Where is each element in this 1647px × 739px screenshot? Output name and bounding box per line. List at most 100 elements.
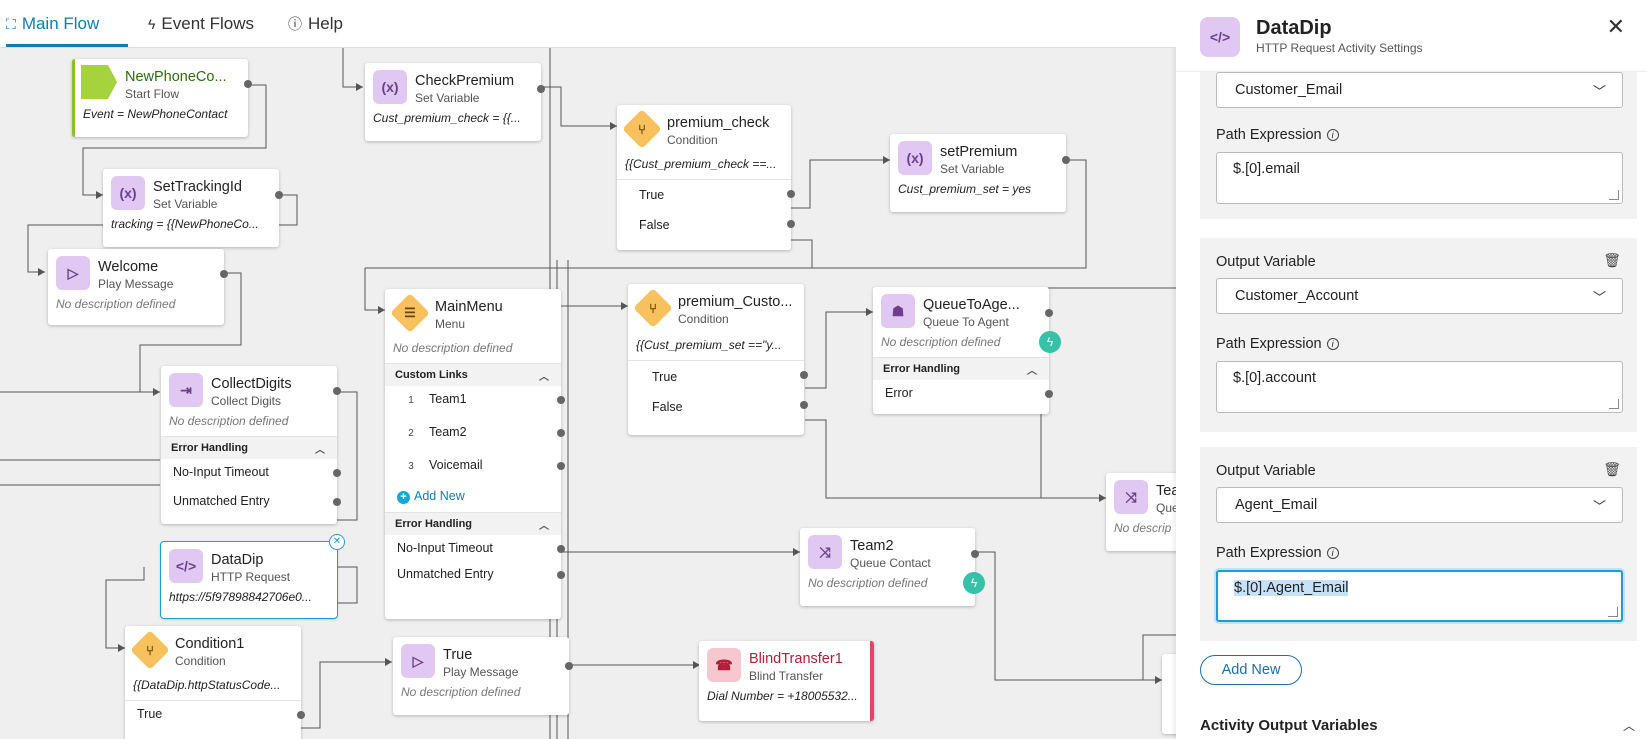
info-icon[interactable]: i bbox=[1326, 547, 1339, 559]
tab-event-flows[interactable]: ϟ Event Flows bbox=[148, 0, 254, 48]
output-port[interactable] bbox=[1045, 390, 1053, 398]
node-start-flow[interactable]: NewPhoneCo... Start Flow Event = NewPhon… bbox=[72, 59, 252, 137]
tab-main-flow[interactable]: ⛶ Main Flow bbox=[6, 0, 128, 48]
node-premium-custo[interactable]: ⑂ premium_Custo... Condition {{Cust_prem… bbox=[628, 284, 808, 435]
select-value: Customer_Email bbox=[1235, 82, 1343, 98]
chevron-up-icon[interactable]: ︿ bbox=[1623, 717, 1635, 734]
node-set-tracking-id[interactable]: (x) SetTrackingId Set Variable tracking … bbox=[103, 169, 283, 247]
node-team-partial[interactable]: ⤨ Tea Que No descrip bbox=[1106, 473, 1176, 551]
chevron-up-icon: ︿ bbox=[1027, 366, 1037, 377]
event-bolt-icon[interactable]: ϟ bbox=[1039, 331, 1061, 353]
output-port[interactable] bbox=[1045, 309, 1053, 317]
node-welcome[interactable]: ▷ Welcome Play Message No description de… bbox=[48, 249, 228, 325]
output-port[interactable] bbox=[1062, 156, 1070, 164]
output-port[interactable] bbox=[565, 662, 573, 670]
node-type: Queue To Agent bbox=[923, 315, 1009, 329]
output-port[interactable] bbox=[557, 429, 565, 437]
node-desc: No description defined bbox=[401, 685, 521, 699]
output-variable-select[interactable]: Agent_Email ﹀ bbox=[1216, 487, 1623, 523]
resize-handle[interactable] bbox=[1609, 399, 1619, 409]
output-port[interactable] bbox=[557, 396, 565, 404]
path-expression-input[interactable]: $.[0].email bbox=[1216, 152, 1623, 204]
node-set-premium[interactable]: (x) setPremium Set Variable Cust_premium… bbox=[890, 134, 1070, 212]
chevron-up-icon: ︿ bbox=[315, 445, 325, 456]
output-port[interactable] bbox=[557, 462, 565, 470]
output-port[interactable] bbox=[333, 387, 341, 395]
output-port[interactable] bbox=[244, 80, 252, 88]
node-team2[interactable]: ⤨ Team2 Queue Contact No description def… bbox=[800, 528, 985, 606]
path-expression-label: Path Expression i bbox=[1216, 545, 1339, 561]
node-blind-transfer[interactable]: ☎ BlindTransfer1 Blind Transfer Dial Num… bbox=[699, 641, 874, 721]
node-desc: No descrip bbox=[1114, 521, 1172, 535]
close-icon[interactable]: ✕ bbox=[1607, 14, 1625, 40]
node-collect-digits[interactable]: ⇥ CollectDigits Collect Digits No descri… bbox=[161, 366, 341, 524]
link-number: 3 bbox=[408, 461, 414, 472]
row-label: True bbox=[137, 707, 163, 721]
output-port[interactable] bbox=[557, 571, 565, 579]
error-handling-section[interactable]: Error Handling ︿ bbox=[385, 512, 561, 535]
panel-header: </> DataDip HTTP Request Activity Settin… bbox=[1176, 0, 1647, 72]
node-desc: No description defined bbox=[808, 576, 928, 590]
node-title: CollectDigits bbox=[211, 376, 292, 392]
resize-handle[interactable] bbox=[1608, 607, 1618, 617]
section-label: Error Handling bbox=[171, 442, 249, 454]
node-true-play-message[interactable]: ▷ True Play Message No description defin… bbox=[393, 637, 573, 715]
error-handling-section[interactable]: Error Handling ︿ bbox=[873, 357, 1049, 380]
tab-help[interactable]: ⓘ Help bbox=[288, 0, 343, 48]
node-queue-to-agent[interactable]: ☗ QueueToAge... Queue To Agent No descri… bbox=[873, 287, 1061, 414]
node-check-premium[interactable]: (x) CheckPremium Set Variable Cust_premi… bbox=[365, 63, 545, 141]
event-bolt-icon[interactable]: ϟ bbox=[963, 572, 985, 594]
node-type: Condition bbox=[175, 654, 226, 668]
node-partial[interactable] bbox=[1162, 654, 1176, 734]
variable-icon: (x) bbox=[111, 176, 145, 210]
tab-help-label: Help bbox=[308, 14, 343, 33]
info-icon[interactable]: i bbox=[1326, 338, 1339, 350]
variable-icon: (x) bbox=[373, 70, 407, 104]
trash-icon[interactable]: 🗑 bbox=[1603, 461, 1621, 478]
help-icon: ⓘ bbox=[288, 16, 302, 32]
output-port[interactable] bbox=[557, 545, 565, 553]
node-desc: tracking = {{NewPhoneCo... bbox=[111, 217, 259, 231]
custom-links-section[interactable]: Custom Links ︿ bbox=[385, 363, 561, 386]
output-port[interactable] bbox=[220, 270, 228, 278]
node-desc: No description defined bbox=[881, 335, 1001, 349]
output-port[interactable] bbox=[800, 401, 808, 409]
activity-output-variables-heading[interactable]: Activity Output Variables bbox=[1200, 717, 1378, 734]
remove-node-icon[interactable]: ✕ bbox=[329, 534, 345, 550]
add-new-button[interactable]: Add New bbox=[1200, 655, 1302, 685]
node-premium-check[interactable]: ⑂ premium_check Condition {{Cust_premium… bbox=[617, 105, 795, 250]
output-variable-label: Output Variable bbox=[1216, 463, 1316, 479]
output-port[interactable] bbox=[787, 190, 795, 198]
output-port[interactable] bbox=[333, 498, 341, 506]
info-icon[interactable]: i bbox=[1326, 129, 1339, 141]
panel-title: DataDip bbox=[1256, 17, 1332, 39]
output-port[interactable] bbox=[333, 469, 341, 477]
output-port[interactable] bbox=[787, 220, 795, 228]
queue-agent-icon: ☗ bbox=[881, 294, 915, 328]
path-expression-input[interactable]: $.[0].Agent_Email bbox=[1216, 570, 1623, 622]
row-unmatched-entry: Unmatched Entry bbox=[161, 488, 341, 517]
trash-icon[interactable]: 🗑 bbox=[1603, 252, 1621, 269]
node-datadip[interactable]: </> DataDip HTTP Request https://5f97898… bbox=[160, 534, 345, 619]
output-port[interactable] bbox=[275, 191, 283, 199]
output-variable-select[interactable]: Customer_Email ﹀ bbox=[1216, 72, 1623, 108]
row-true: True bbox=[628, 360, 808, 391]
path-expression-input[interactable]: $.[0].account bbox=[1216, 361, 1623, 413]
add-new-link-button[interactable]: + Add New bbox=[385, 485, 561, 512]
error-handling-section[interactable]: Error Handling ︿ bbox=[161, 436, 337, 459]
output-port[interactable] bbox=[537, 85, 545, 93]
node-condition1[interactable]: ⑂ Condition1 Condition {{DataDip.httpSta… bbox=[125, 626, 305, 739]
output-port[interactable] bbox=[971, 550, 979, 558]
flow-canvas[interactable]: NewPhoneCo... Start Flow Event = NewPhon… bbox=[0, 48, 1176, 739]
panel-body[interactable]: Customer_Email ﹀ Path Expression i $.[0].… bbox=[1176, 72, 1647, 739]
node-type: Play Message bbox=[443, 665, 519, 679]
add-new-label: Add New bbox=[414, 489, 465, 503]
resize-handle[interactable] bbox=[1609, 190, 1619, 200]
input-value: $.[0].account bbox=[1233, 370, 1317, 386]
output-port[interactable] bbox=[800, 371, 808, 379]
node-main-menu[interactable]: ☰ MainMenu Menu No description defined C… bbox=[385, 289, 565, 619]
output-variable-select[interactable]: Customer_Account ﹀ bbox=[1216, 278, 1623, 314]
label-text: Path Expression bbox=[1216, 127, 1322, 143]
shuffle-icon: ⤨ bbox=[808, 535, 842, 569]
output-port[interactable] bbox=[297, 711, 305, 719]
